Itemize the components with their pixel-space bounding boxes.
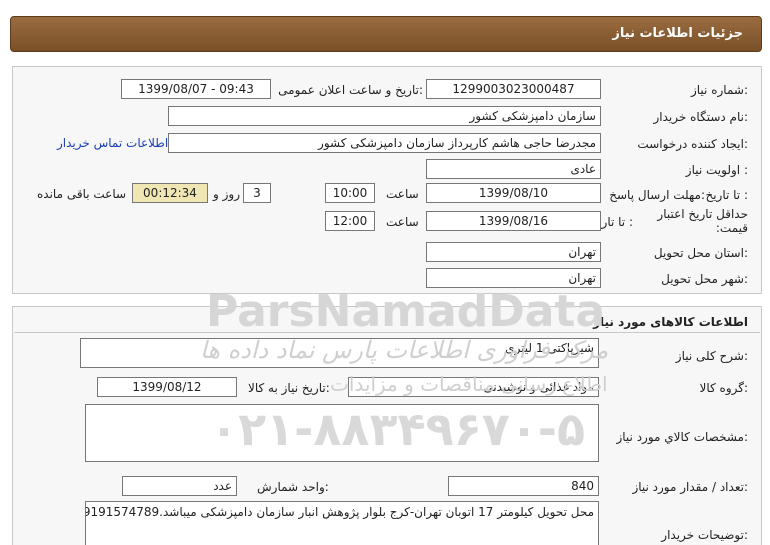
remaining-time-field: 00:12:34 <box>132 183 208 203</box>
deadline-to-date-label: تا تاریخ : <box>705 188 748 202</box>
qty-field[interactable]: 840 <box>448 476 599 496</box>
buyer-org-label: نام دستگاه خریدار: <box>653 110 749 124</box>
goods-group-field[interactable]: مواد غذائی و نوشیدنی <box>348 377 599 397</box>
announce-label: تاریخ و ساعت اعلان عمومی: <box>278 83 423 97</box>
summary-field[interactable]: شیرپاکتی 1 لیتری <box>80 338 599 368</box>
province-field[interactable]: تهران <box>426 242 601 262</box>
city-field[interactable]: تهران <box>426 268 601 288</box>
price-time-label: ساعت <box>386 215 419 229</box>
city-label: شهر محل تحویل: <box>661 272 748 286</box>
goods-group-label: گروه کالا: <box>699 381 749 395</box>
announce-datetime-field[interactable]: 1399/08/07 - 09:43 <box>121 79 271 99</box>
creator-field[interactable]: مجدرضا حاجی هاشم کارپرداز سازمان دامپزشک… <box>168 133 601 153</box>
specs-field[interactable] <box>85 404 599 462</box>
qty-label: تعداد / مقدار مورد نیاز: <box>632 480 748 494</box>
unit-field[interactable]: عدد <box>122 476 237 496</box>
page-title: جزئیات اطلاعات نیاز <box>612 26 743 41</box>
deadline-date-field[interactable]: 1399/08/10 <box>426 183 601 203</box>
days-label: روز و <box>213 187 240 201</box>
price-date-field[interactable]: 1399/08/16 <box>426 211 601 231</box>
province-label: استان محل تحویل: <box>653 246 748 260</box>
creator-label: ایجاد کننده درخواست: <box>637 137 748 151</box>
deadline-label: مهلت ارسال پاسخ: <box>609 188 705 202</box>
need-date-field[interactable]: 1399/08/12 <box>97 377 237 397</box>
notes-label: توضیحات خریدار: <box>661 528 748 542</box>
priority-label: اولویت نیاز : <box>685 163 748 177</box>
unit-label: واحد شمارش: <box>257 480 329 494</box>
remaining-label: ساعت باقی مانده <box>37 187 127 201</box>
buyer-contact-link[interactable]: اطلاعات تماس خریدار <box>57 136 168 150</box>
notes-field[interactable]: محل تحویل کیلومتر 17 اتوبان تهران-کرج بل… <box>85 501 599 545</box>
need-number-field[interactable]: 1299003023000487 <box>426 79 601 99</box>
goods-section-title: اطلاعات کالاهای مورد نیاز <box>593 315 748 329</box>
buyer-org-field[interactable]: سازمان دامپزشکی کشور <box>168 106 601 126</box>
price-time-field[interactable]: 12:00 <box>325 211 375 231</box>
need-info-panel <box>12 66 762 294</box>
need-number-label: شماره نیاز: <box>690 83 748 97</box>
deadline-time-field[interactable]: 10:00 <box>325 183 375 203</box>
days-remaining-field: 3 <box>243 183 271 203</box>
summary-label: شرح کلی نیاز: <box>675 349 748 363</box>
page-header: جزئیات اطلاعات نیاز <box>10 16 762 52</box>
priority-field[interactable]: عادی <box>426 159 601 179</box>
section-divider <box>14 332 760 333</box>
specs-label: مشخصات کالاي مورد نیاز: <box>616 430 748 444</box>
price-validity-label-text: حداقل تاریخ اعتبار قیمت: <box>657 207 748 235</box>
deadline-time-label: ساعت <box>386 187 419 201</box>
need-date-label: تاریخ نیاز به کالا: <box>248 381 330 395</box>
